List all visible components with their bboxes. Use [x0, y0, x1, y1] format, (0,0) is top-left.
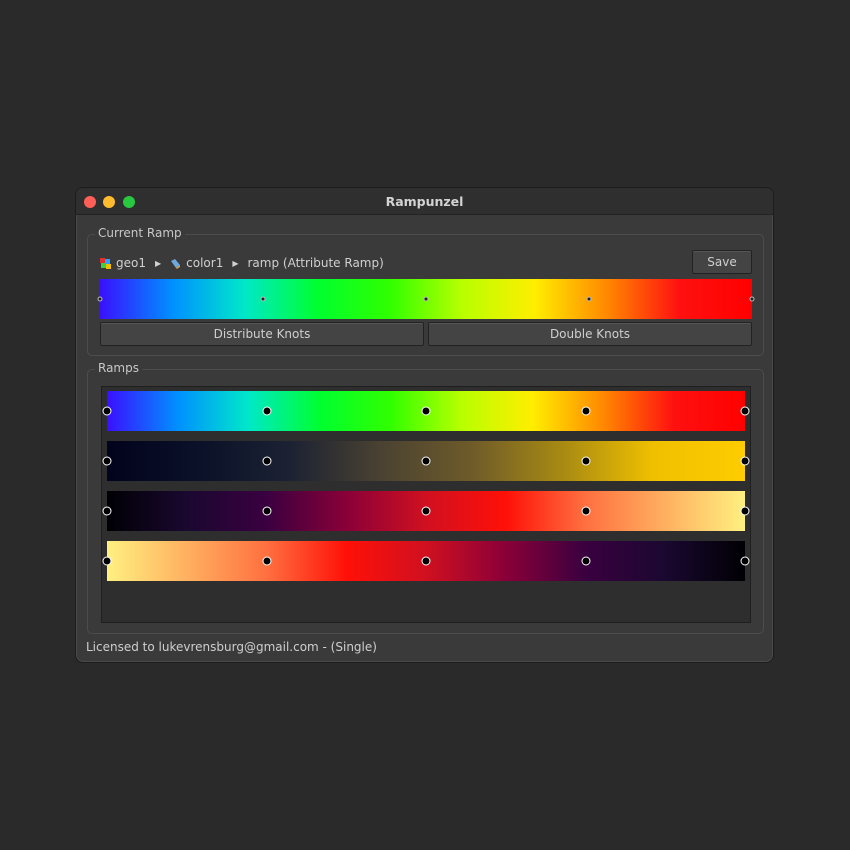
ramp-knot[interactable]: [740, 406, 750, 416]
ramps-list[interactable]: [101, 386, 751, 623]
ramp-knot[interactable]: [421, 556, 431, 566]
ramp-knot[interactable]: [581, 406, 590, 416]
current-ramp-knot[interactable]: [586, 296, 592, 302]
current-ramp-knot[interactable]: [423, 296, 429, 302]
title-bar[interactable]: Rampunzel: [76, 188, 773, 215]
current-ramp-group: Current Ramp geo1 ▶ color1 ▶ ramp (Attri…: [87, 226, 764, 356]
ramp-knot[interactable]: [421, 506, 431, 516]
breadcrumb: geo1 ▶ color1 ▶ ramp (Attribute Ramp): [100, 255, 384, 271]
geo-node-icon: [100, 257, 111, 269]
color-node-icon: [170, 258, 181, 269]
ramps-label: Ramps: [95, 361, 142, 375]
current-ramp-knot[interactable]: [97, 296, 103, 302]
ramp-preset-row[interactable]: [102, 491, 750, 531]
ramp-knot[interactable]: [740, 456, 750, 466]
current-ramp-editor[interactable]: [97, 279, 755, 319]
ramps-group: Ramps: [87, 361, 764, 634]
breadcrumb-arrow-icon: ▶: [232, 258, 239, 268]
ramp-knot[interactable]: [421, 456, 431, 466]
breadcrumb-geo1[interactable]: geo1: [116, 256, 146, 270]
ramp-knot[interactable]: [740, 506, 750, 516]
license-text: Licensed to lukevrensburg@gmail.com - (S…: [86, 640, 377, 654]
double-knots-button[interactable]: Double Knots: [428, 322, 752, 346]
ramp-knot[interactable]: [740, 556, 750, 566]
ramp-preset-row[interactable]: [102, 391, 750, 431]
current-ramp-knot[interactable]: [260, 296, 266, 302]
ramp-knot[interactable]: [102, 556, 112, 566]
ramp-preset-row[interactable]: [102, 441, 750, 481]
breadcrumb-arrow-icon: ▶: [154, 258, 162, 268]
distribute-knots-button[interactable]: Distribute Knots: [100, 322, 424, 346]
ramp-knot[interactable]: [581, 456, 590, 466]
ramp-knot[interactable]: [102, 506, 112, 516]
ramp-knot[interactable]: [102, 456, 112, 466]
ramp-knot[interactable]: [262, 406, 271, 416]
current-ramp-label: Current Ramp: [95, 226, 185, 240]
ramp-knot[interactable]: [581, 506, 590, 516]
ramp-preset-row[interactable]: [102, 541, 750, 581]
save-button[interactable]: Save: [692, 250, 752, 274]
ramp-knot[interactable]: [421, 406, 431, 416]
ramp-knot[interactable]: [262, 506, 271, 516]
current-ramp-knot[interactable]: [749, 296, 755, 302]
rampunzel-window: Rampunzel Current Ramp geo1 ▶ color1 ▶ r…: [75, 187, 774, 663]
window-title: Rampunzel: [385, 194, 464, 209]
breadcrumb-color1[interactable]: color1: [186, 256, 223, 270]
ramp-knot[interactable]: [262, 556, 271, 566]
breadcrumb-ramp[interactable]: ramp (Attribute Ramp): [247, 256, 383, 270]
ramp-knot[interactable]: [262, 456, 271, 466]
ramp-knot[interactable]: [581, 556, 590, 566]
ramp-knot[interactable]: [102, 406, 112, 416]
